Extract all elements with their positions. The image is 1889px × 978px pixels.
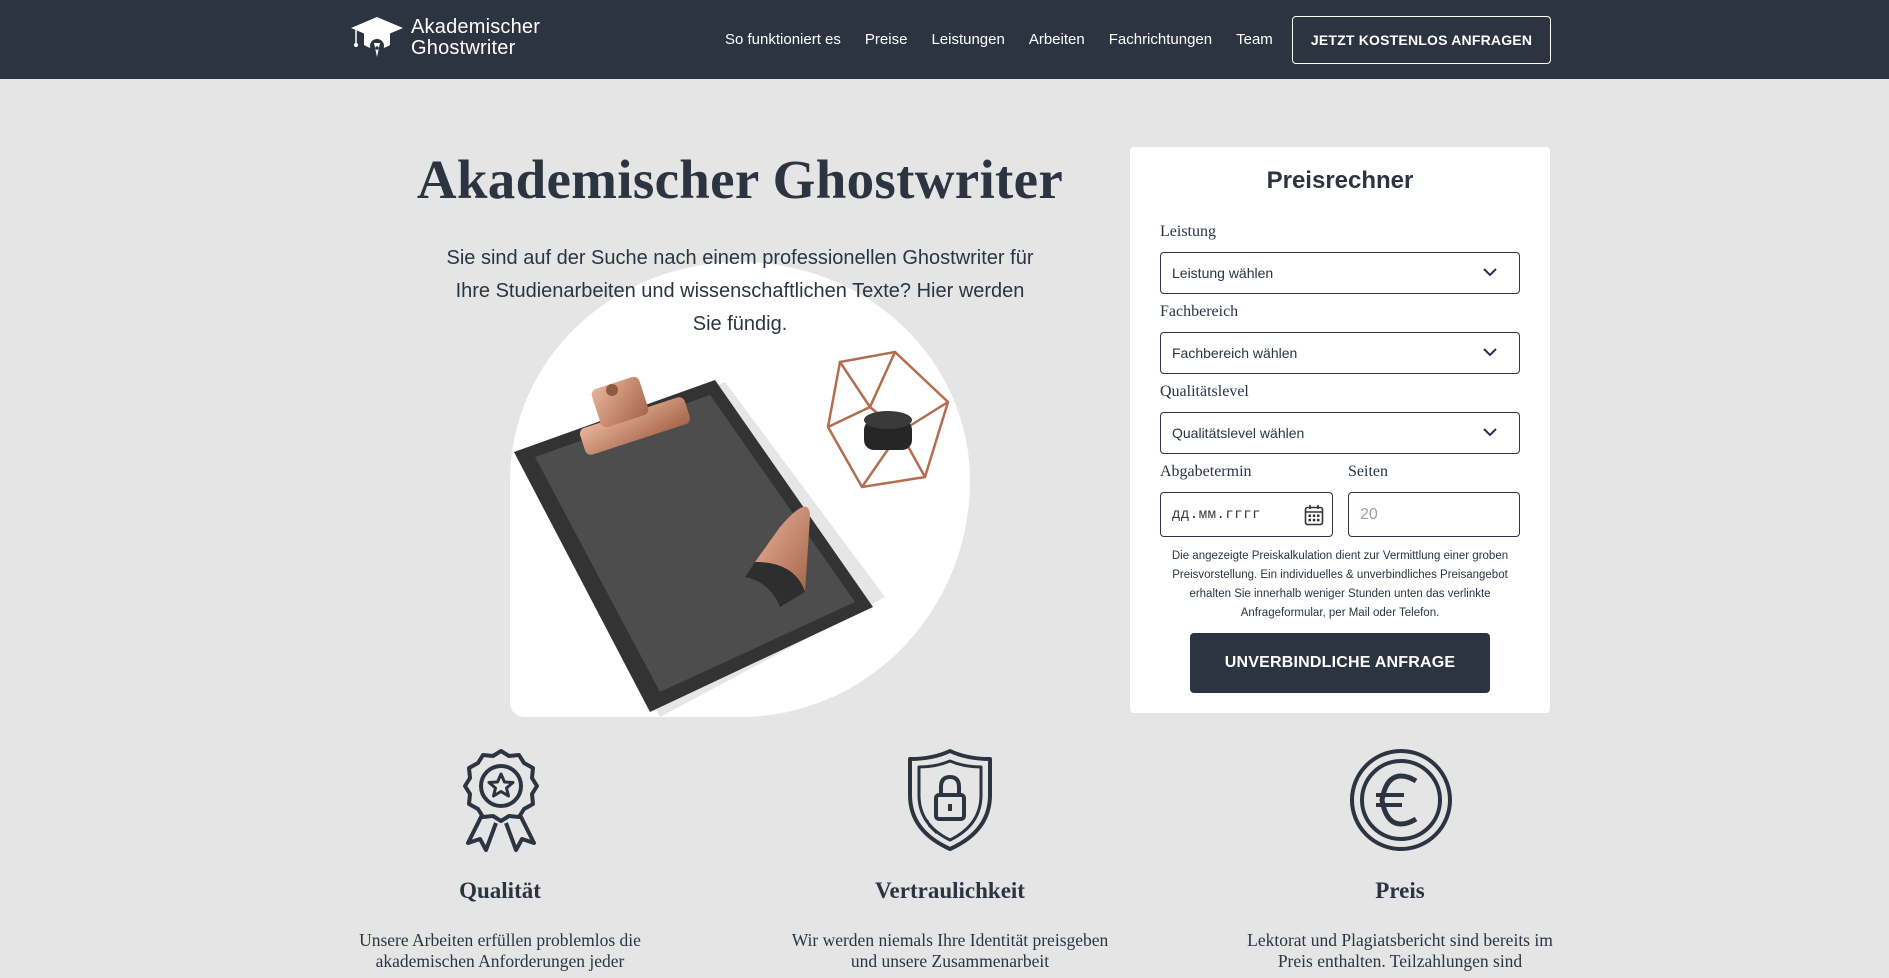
nav-arbeiten[interactable]: Arbeiten [1029, 31, 1085, 48]
graduation-cap-pen-icon [351, 17, 403, 57]
brand-line2: Ghostwriter [411, 37, 516, 59]
qualitaetslevel-select-value: Qualitätslevel wählen [1172, 425, 1305, 441]
feature-title-qualitaet: Qualität [459, 878, 541, 903]
nav-fachrichtungen[interactable]: Fachrichtungen [1109, 31, 1212, 48]
leistung-select[interactable]: Leistung wählen [1160, 252, 1520, 294]
feature-text-preis: Lektorat und Plagiatsbericht sind bereit… [1247, 930, 1553, 971]
abgabetermin-date-input[interactable]: дд.мм.гггг [1160, 492, 1333, 537]
nav-team[interactable]: Team [1236, 31, 1273, 48]
feature-title-preis: Preis [1375, 878, 1425, 903]
nav-preise[interactable]: Preise [865, 31, 908, 48]
feature-text-vertraulichkeit: Wir werden niemals Ihre Identität preisg… [791, 930, 1109, 971]
hero-subtitle: Sie sind auf der Suche nach einem profes… [446, 247, 1034, 335]
chevron-down-icon [1483, 268, 1497, 277]
brand-line1: Akademischer [411, 16, 541, 38]
euro-coin-icon [1350, 749, 1452, 851]
price-calculator-card: Preisrechner Leistung Leistung wählen Fa… [1130, 147, 1550, 713]
nav-leistungen[interactable]: Leistungen [931, 31, 1004, 48]
feature-text-qualitaet: Unsere Arbeiten erfüllen problemlos die … [359, 930, 641, 971]
abgabetermin-label: Abgabetermin [1160, 463, 1252, 480]
site-header: Akademischer Ghostwriter So funktioniert… [0, 0, 1889, 79]
leistung-select-value: Leistung wählen [1172, 265, 1274, 281]
fachbereich-select[interactable]: Fachbereich wählen [1160, 332, 1520, 374]
hero-title: Akademischer Ghostwriter [416, 149, 1064, 210]
chevron-down-icon [1483, 428, 1497, 437]
main-nav: So funktioniert es Preise Leistungen Arb… [725, 0, 1297, 79]
chevron-down-icon [1483, 348, 1497, 357]
seiten-label: Seiten [1348, 463, 1388, 480]
shield-lock-icon [908, 749, 992, 851]
qualitaetslevel-label: Qualitätslevel [1160, 383, 1249, 400]
calendar-icon[interactable] [1304, 504, 1324, 526]
header-cta-button[interactable]: JETZT KOSTENLOS ANFRAGEN [1292, 16, 1551, 64]
brand-logo[interactable]: Akademischer Ghostwriter [350, 15, 540, 61]
fachbereich-label: Fachbereich [1160, 303, 1239, 320]
request-quote-button[interactable]: UNVERBINDLICHE ANFRAGE [1190, 633, 1490, 693]
qualitaetslevel-select[interactable]: Qualitätslevel wählen [1160, 412, 1520, 454]
award-star-icon [463, 749, 539, 852]
seiten-placeholder: 20 [1360, 505, 1378, 523]
calculator-title: Preisrechner [1266, 167, 1414, 194]
abgabetermin-placeholder: дд.мм.гггг [1172, 506, 1262, 523]
brand-name: Akademischer Ghostwriter [411, 17, 540, 59]
nav-so-funktioniert-es[interactable]: So funktioniert es [725, 31, 841, 48]
feature-title-vertraulichkeit: Vertraulichkeit [875, 878, 1025, 903]
fachbereich-select-value: Fachbereich wählen [1172, 345, 1298, 361]
price-disclaimer: Die angezeigte Preiskalkulation dient zu… [1171, 550, 1509, 619]
leistung-label: Leistung [1160, 223, 1216, 240]
seiten-input[interactable]: 20 [1348, 492, 1520, 537]
